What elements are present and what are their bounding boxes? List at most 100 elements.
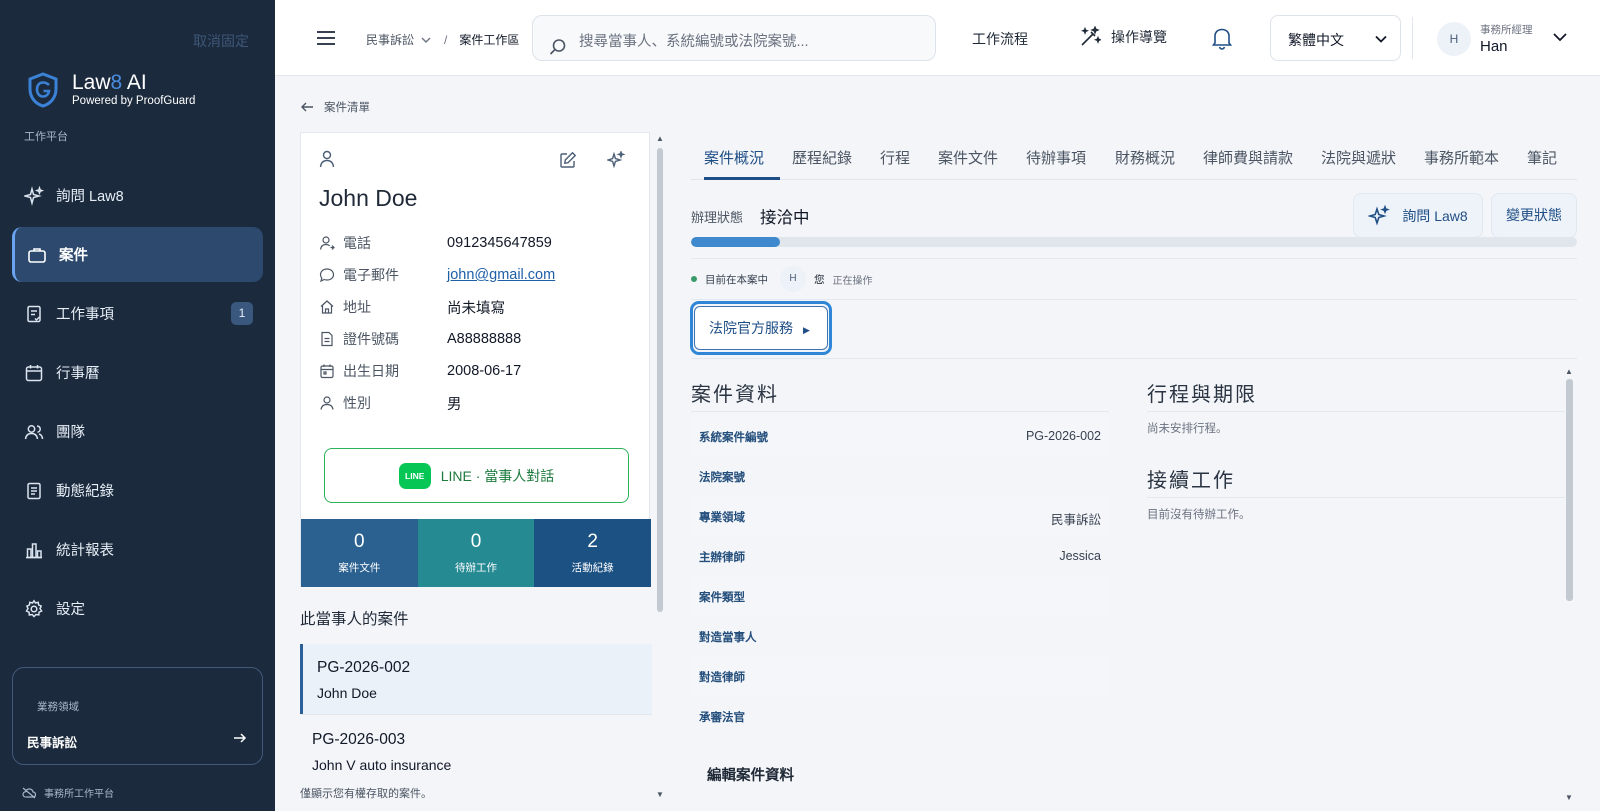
domain-label: 業務領域 (37, 701, 79, 713)
back-to-case-list[interactable]: 案件清單 (300, 99, 370, 115)
divider (691, 258, 1577, 259)
field-label: 法院案號 (699, 472, 745, 484)
ask-law8-label: 詢問 Law8 (1402, 207, 1468, 224)
shield-logo-icon (28, 72, 58, 108)
tab-fees-billing[interactable]: 律師費與請款 (1203, 147, 1293, 168)
arrow-right-icon (234, 733, 247, 743)
sidebar-item-calendar[interactable]: 行事曆 (12, 345, 263, 400)
client-phone: 0912345647859 (447, 235, 552, 251)
breadcrumb-parent[interactable]: 民事訴訟 (366, 31, 414, 48)
brand-logo[interactable]: Law8 AI Powered by ProofGuard (28, 72, 195, 108)
sidebar-item-team[interactable]: 團隊 (12, 404, 263, 459)
stat-pending-tasks[interactable]: 0 待辦工作 (417, 519, 535, 587)
section-label: 工作平台 (24, 131, 68, 143)
stat-activity-records[interactable]: 2 活動紀錄 (534, 519, 652, 587)
client-address: 尚未填寫 (447, 300, 505, 317)
field-label: 主辦律師 (699, 552, 745, 564)
scroll-up-icon[interactable]: ▲ (656, 134, 664, 143)
client-email-link[interactable]: john@gmail.com (447, 267, 555, 283)
sidebar-item-reports[interactable]: 統計報表 (12, 522, 263, 577)
stat-case-documents[interactable]: 0 案件文件 (301, 519, 418, 587)
domain-value: 民事訴訟 (27, 736, 78, 750)
field-value: PG-2026-002 (1025, 429, 1101, 443)
chevron-down-icon[interactable] (420, 34, 432, 46)
sidebar-item-activity-log[interactable]: 動態紀錄 (12, 463, 263, 518)
breadcrumb-current: 案件工作區 (459, 33, 520, 47)
workspace-status: 事務所工作平台 (22, 785, 114, 800)
edit-icon[interactable] (559, 151, 577, 169)
client-id-number: A88888888 (447, 331, 522, 347)
active-tab-indicator (704, 177, 780, 180)
case-id: PG-2026-002 (317, 659, 411, 676)
tab-schedule[interactable]: 行程 (880, 147, 910, 168)
presence-you: 您 (814, 273, 825, 286)
stat-value: 2 (587, 531, 598, 552)
presence-text: 目前在本案中 (705, 273, 768, 286)
line-chat-button[interactable]: LINE LINE · 當事人對話 (324, 448, 629, 503)
ask-law8-button[interactable]: 詢問 Law8 (1353, 193, 1483, 238)
tab-firm-templates[interactable]: 事務所範本 (1424, 147, 1499, 168)
scroll-down-icon[interactable]: ▼ (656, 790, 664, 799)
sidebar-item-cases[interactable]: 案件 (12, 227, 263, 282)
sidebar-item-label: 工作事項 (56, 307, 114, 323)
sparkle-icon[interactable] (607, 151, 625, 169)
sidebar-item-label: 設定 (56, 602, 85, 618)
sidebar-item-label: 詢問 Law8 (56, 189, 124, 205)
tab-notes[interactable]: 筆記 (1527, 147, 1557, 168)
line-logo-icon: LINE (398, 462, 431, 489)
edit-case-info-heading[interactable]: 編輯案件資料 (707, 764, 794, 785)
chevron-down-icon[interactable] (1552, 31, 1568, 43)
cases-access-note: 僅顯示您有權存取的案件。 (300, 788, 432, 800)
field-label: 承審法官 (699, 712, 745, 724)
tab-history[interactable]: 歷程紀錄 (792, 147, 852, 168)
client-birthdate: 2008-06-17 (447, 363, 522, 379)
avatar[interactable]: H (1437, 22, 1471, 56)
scroll-thumb[interactable] (657, 148, 663, 612)
user-name: Han (1480, 38, 1508, 55)
case-field-row: 案件類型 (691, 576, 1109, 616)
scroll-up-icon[interactable]: ▲ (1565, 367, 1573, 376)
case-list-item[interactable]: PG-2026-003 John V auto insurance (300, 714, 652, 784)
tab-documents[interactable]: 案件文件 (938, 147, 998, 168)
case-list-item[interactable]: PG-2026-002 John Doe (300, 644, 652, 714)
tab-todos[interactable]: 待辦事項 (1026, 147, 1086, 168)
field-label: 性別 (343, 395, 371, 411)
main-scrollbar[interactable]: ▲ ▼ (1565, 367, 1575, 805)
tasks-count-badge: 1 (231, 302, 253, 325)
presence-indicator: 目前在本案中 H 您 正在操作 (691, 266, 873, 292)
user-role: 事務所經理 (1480, 24, 1533, 36)
schedule-empty-text: 尚未安排行程。 (1147, 423, 1228, 435)
tab-overview[interactable]: 案件概況 (704, 147, 764, 168)
calendar-icon (25, 364, 43, 381)
sidebar-item-label: 統計報表 (56, 543, 114, 559)
case-tabs: 案件概況 歷程紀錄 行程 案件文件 待辦事項 財務概況 律師費與請款 法院與遞狀… (691, 132, 1577, 180)
schedule-heading: 行程與期限 (1147, 384, 1257, 406)
menu-icon[interactable] (315, 28, 337, 48)
sidebar-item-tasks[interactable]: 工作事項 1 (12, 286, 263, 341)
bell-icon[interactable] (1211, 26, 1233, 50)
language-select[interactable]: 繁體中文 (1270, 15, 1401, 61)
scroll-down-icon[interactable]: ▼ (1565, 793, 1573, 802)
guide-button[interactable]: 操作導覽 (1079, 26, 1167, 48)
sidebar-item-settings[interactable]: 設定 (12, 581, 263, 636)
online-dot-icon (691, 276, 697, 282)
left-scrollbar[interactable]: ▲ ▼ (656, 134, 665, 799)
breadcrumb-separator: / (444, 32, 448, 47)
back-label: 案件清單 (324, 102, 370, 114)
stat-label: 案件文件 (338, 562, 381, 574)
workflow-link[interactable]: 工作流程 (972, 29, 1028, 49)
scroll-thumb[interactable] (1566, 379, 1573, 601)
divider (1412, 17, 1413, 59)
client-stats: 0 案件文件 0 待辦工作 2 活動紀錄 (301, 519, 652, 587)
practice-domain-card[interactable]: 業務領域 民事訴訟 (12, 667, 263, 765)
chevron-down-icon (1375, 35, 1387, 43)
tab-court-filing[interactable]: 法院與遞狀 (1321, 147, 1396, 168)
change-status-button[interactable]: 變更狀態 (1491, 193, 1577, 238)
court-services-button[interactable]: 法院官方服務 ▶ (690, 301, 832, 355)
search-input[interactable]: 搜尋當事人、系統編號或法院案號... (532, 15, 936, 61)
stat-label: 待辦工作 (455, 562, 497, 574)
tab-finance[interactable]: 財務概況 (1115, 147, 1175, 168)
user-phone-icon (319, 236, 335, 250)
sidebar-item-ask-law8[interactable]: 詢問 Law8 (12, 168, 263, 223)
unpin-sidebar-button[interactable]: 取消固定 (193, 31, 249, 51)
